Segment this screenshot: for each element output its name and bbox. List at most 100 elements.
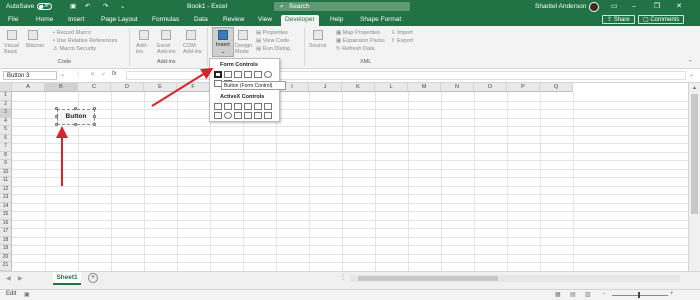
row-header-16[interactable]: 16: [0, 219, 12, 229]
collapse-ribbon-icon[interactable]: ⌃: [688, 60, 693, 66]
activex-label-icon[interactable]: [234, 112, 242, 119]
column-header-q[interactable]: Q: [540, 83, 573, 92]
quick-access-icon[interactable]: ⌄: [120, 1, 125, 12]
row-header-1[interactable]: 1: [0, 92, 12, 101]
select-all-corner[interactable]: [0, 83, 12, 92]
page-break-view-icon[interactable]: ▥: [585, 291, 591, 298]
activex-textbox-icon[interactable]: [254, 103, 262, 110]
accessibility-icon[interactable]: ▣: [24, 291, 30, 298]
resize-handle[interactable]: [93, 115, 96, 118]
activex-toggle-icon[interactable]: [254, 112, 262, 119]
row-header-21[interactable]: 21: [0, 262, 12, 271]
close-icon[interactable]: ✕: [672, 1, 686, 12]
scroll-thumb[interactable]: [691, 94, 698, 214]
activex-image-icon[interactable]: [244, 112, 252, 119]
column-header-d[interactable]: D: [111, 83, 144, 92]
resize-handle[interactable]: [55, 123, 58, 126]
tab-page-layout[interactable]: Page Layout: [101, 15, 138, 26]
zoom-out-icon[interactable]: −: [602, 291, 606, 297]
name-box[interactable]: Button 3: [3, 71, 57, 80]
column-header-n[interactable]: N: [441, 83, 474, 92]
activex-more-icon[interactable]: [264, 112, 272, 119]
list-box-icon[interactable]: [254, 71, 262, 78]
properties-button[interactable]: ▤ Properties: [256, 30, 288, 36]
expansion-packs-button[interactable]: ▦ Expansion Packs: [336, 38, 385, 44]
column-header-f[interactable]: F: [177, 83, 210, 92]
insert-function-icon[interactable]: fx: [112, 71, 117, 77]
relative-references-button[interactable]: ▪ Use Relative References: [53, 38, 117, 44]
column-header-k[interactable]: K: [342, 83, 375, 92]
vertical-scrollbar[interactable]: ▲: [688, 83, 700, 271]
column-header-o[interactable]: O: [474, 83, 507, 92]
row-header-11[interactable]: 11: [0, 177, 12, 186]
com-addins-button[interactable]: COM Add-ins: [183, 43, 205, 55]
restore-icon[interactable]: ❐: [650, 1, 664, 12]
tab-help[interactable]: Help: [330, 15, 343, 26]
sheet-tab-sheet1[interactable]: Sheet1: [53, 272, 81, 285]
add-sheet-icon[interactable]: +: [88, 273, 98, 283]
zoom-slider[interactable]: [612, 295, 668, 296]
button-form-control-icon[interactable]: [214, 71, 222, 78]
activex-button-icon[interactable]: [214, 103, 222, 110]
design-mode-button[interactable]: Design Mode: [235, 43, 255, 55]
prev-sheet-icon[interactable]: ◀: [6, 275, 11, 282]
comments-button[interactable]: ▢ Comments: [638, 15, 685, 24]
hscroll-thumb[interactable]: [358, 276, 498, 281]
tab-file[interactable]: File: [8, 15, 18, 26]
minimize-icon[interactable]: –: [627, 1, 641, 12]
macros-button[interactable]: Macros: [26, 43, 44, 49]
redo-icon[interactable]: ↷: [103, 1, 108, 12]
tab-data[interactable]: Data: [194, 15, 208, 26]
source-button[interactable]: Source: [309, 43, 326, 49]
scroll-up-icon[interactable]: ▲: [692, 85, 697, 91]
row-header-17[interactable]: 17: [0, 228, 12, 237]
export-button[interactable]: ⇧ Export: [391, 38, 413, 44]
save-icon[interactable]: ▣: [70, 1, 76, 12]
refresh-data-button[interactable]: ↻ Refresh Data: [336, 46, 375, 52]
import-button[interactable]: ⇩ Import: [391, 30, 413, 36]
activex-list-icon[interactable]: [244, 103, 252, 110]
worksheet-grid[interactable]: ABCDEFGHIJKLMNOPQ 1234567891011121314151…: [0, 83, 688, 272]
search-input[interactable]: ⌕ Search: [274, 2, 410, 11]
addins-button[interactable]: Add-ins: [136, 43, 150, 55]
tab-view[interactable]: View: [258, 15, 272, 26]
column-header-b[interactable]: B: [45, 83, 78, 92]
resize-handle[interactable]: [74, 107, 77, 110]
row-header-9[interactable]: 9: [0, 160, 12, 169]
activex-combo-icon[interactable]: [224, 103, 232, 110]
name-box-dropdown-icon[interactable]: ⌄: [60, 71, 65, 78]
resize-handle[interactable]: [93, 123, 96, 126]
row-header-13[interactable]: 13: [0, 194, 12, 203]
column-header-j[interactable]: J: [309, 83, 342, 92]
row-header-6[interactable]: 6: [0, 134, 12, 144]
row-header-7[interactable]: 7: [0, 143, 12, 152]
share-button[interactable]: ⇪ Share: [602, 15, 635, 24]
row-header-3[interactable]: 3: [0, 109, 12, 118]
visual-basic-button[interactable]: Visual Basic: [4, 43, 24, 55]
tab-shape-format[interactable]: Shape Format: [360, 15, 401, 26]
resize-handle[interactable]: [74, 123, 77, 126]
avatar[interactable]: [589, 2, 599, 12]
normal-view-icon[interactable]: ▦: [555, 291, 561, 298]
combo-box-icon[interactable]: [224, 71, 232, 78]
map-properties-button[interactable]: ▦ Map Properties: [336, 30, 380, 36]
macro-security-button[interactable]: ⚠ Macro Security: [53, 46, 96, 52]
spin-button-icon[interactable]: [244, 71, 252, 78]
cancel-icon[interactable]: ✕: [90, 71, 95, 78]
row-header-18[interactable]: 18: [0, 236, 12, 246]
column-header-c[interactable]: C: [78, 83, 111, 92]
resize-handle[interactable]: [55, 115, 58, 118]
row-header-20[interactable]: 20: [0, 253, 12, 263]
enter-icon[interactable]: ✓: [101, 71, 106, 78]
zoom-slider-thumb[interactable]: [638, 292, 640, 298]
row-header-12[interactable]: 12: [0, 185, 12, 195]
activex-spin-icon[interactable]: [214, 112, 222, 119]
activex-option-icon[interactable]: [224, 112, 232, 119]
excel-addins-button[interactable]: Excel Add-ins: [157, 43, 181, 55]
next-sheet-icon[interactable]: ▶: [18, 275, 23, 282]
row-header-15[interactable]: 15: [0, 211, 12, 220]
row-header-4[interactable]: 4: [0, 117, 12, 127]
row-header-2[interactable]: 2: [0, 100, 12, 110]
zoom-in-icon[interactable]: +: [670, 291, 674, 297]
page-layout-view-icon[interactable]: ▤: [570, 291, 576, 298]
